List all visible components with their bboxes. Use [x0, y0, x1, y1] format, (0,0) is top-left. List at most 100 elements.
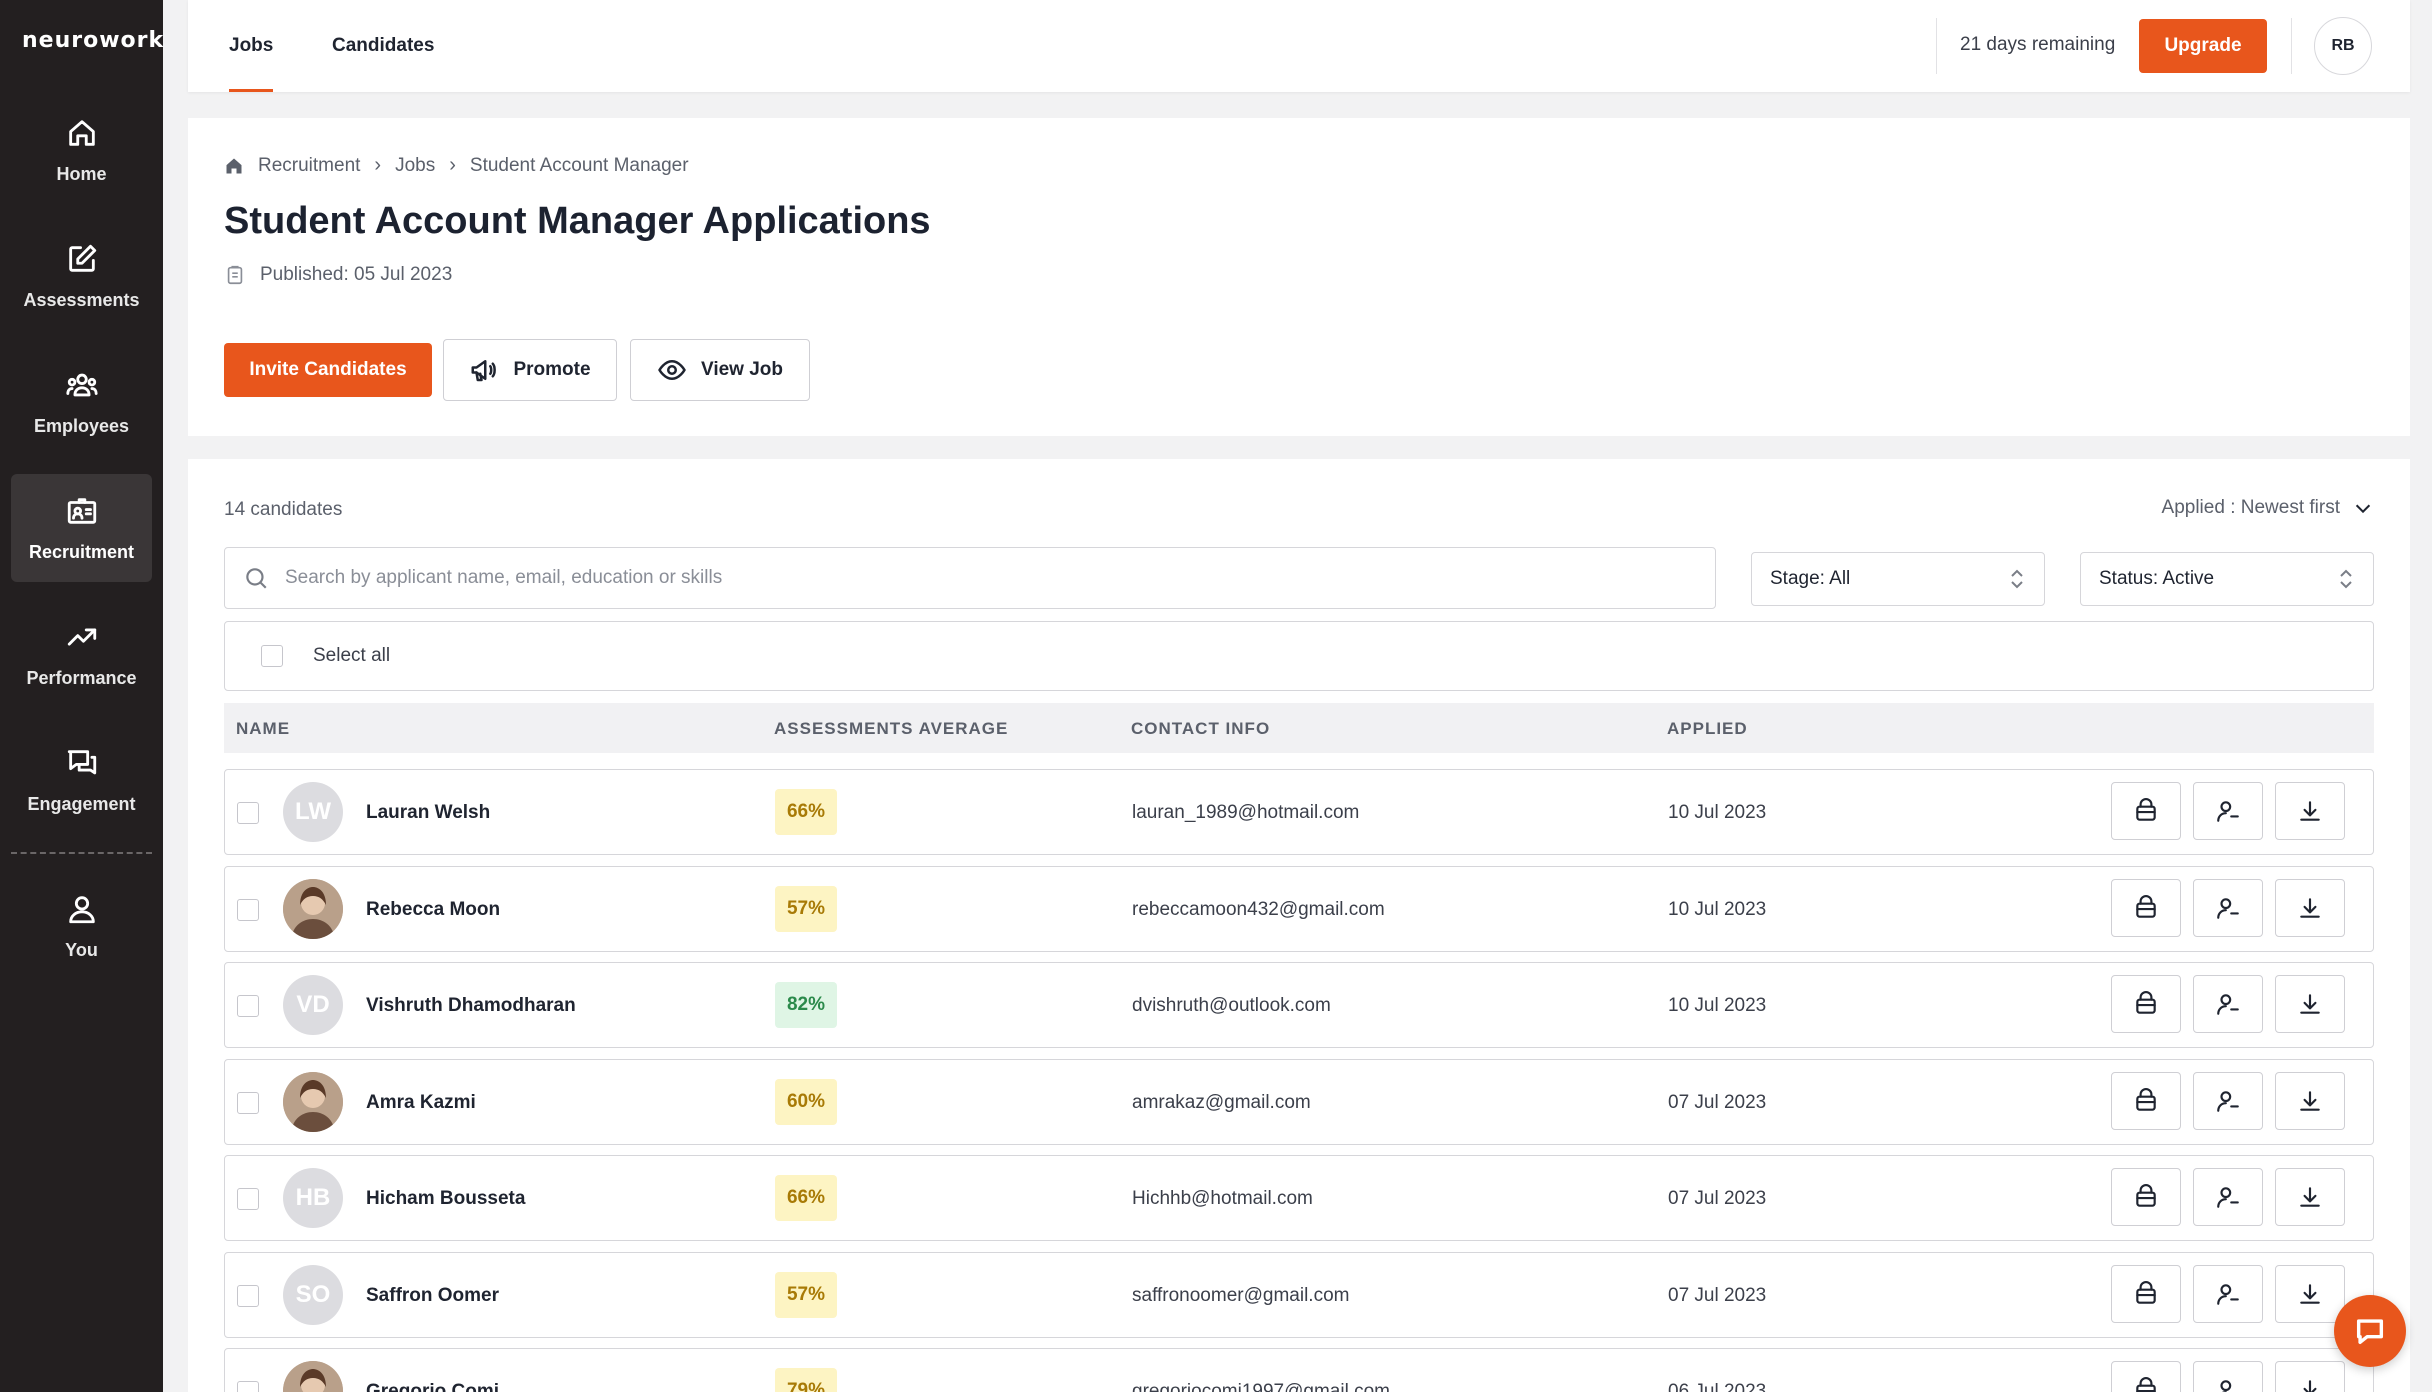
- assign-candidate-button[interactable]: [2193, 1168, 2263, 1226]
- sidebar-item-label: Engagement: [27, 793, 136, 814]
- help-chat-button[interactable]: [2334, 1295, 2406, 1367]
- avatar: HB: [283, 1168, 343, 1228]
- row-checkbox[interactable]: [237, 802, 259, 824]
- user-assign-icon: [2217, 1187, 2239, 1208]
- move-stage-button[interactable]: [2111, 975, 2181, 1033]
- trend-up-icon: [67, 628, 96, 645]
- app-logo[interactable]: neurowork: [22, 28, 164, 53]
- invite-candidates-button[interactable]: Invite Candidates: [224, 343, 432, 397]
- assign-candidate-button[interactable]: [2193, 1264, 2263, 1323]
- sidebar-item-you[interactable]: You: [11, 872, 152, 980]
- avatar: [283, 878, 343, 939]
- home-icon[interactable]: [224, 156, 244, 176]
- move-stage-button[interactable]: [2111, 878, 2181, 937]
- sidebar-item-engagement[interactable]: Engagement: [11, 726, 152, 834]
- assign-candidate-button[interactable]: [2193, 1071, 2263, 1130]
- chevron-right-icon: ›: [449, 154, 456, 176]
- row-checkbox[interactable]: [237, 1284, 259, 1307]
- candidate-email: saffronoomer@gmail.com: [1132, 1284, 1350, 1306]
- assessment-score-badge: 57%: [775, 1271, 837, 1318]
- breadcrumb-current: Student Account Manager: [469, 154, 689, 176]
- assign-candidate-button[interactable]: [2193, 975, 2263, 1033]
- column-header-assessments[interactable]: ASSESSMENTS AVERAGE: [774, 719, 1008, 739]
- assign-candidate-button[interactable]: [2193, 878, 2263, 937]
- briefcase-icon: [2136, 1377, 2156, 1392]
- promote-button[interactable]: Promote: [443, 339, 617, 401]
- view-job-button[interactable]: View Job: [630, 339, 810, 401]
- select-all-checkbox[interactable]: [261, 645, 283, 667]
- table-row[interactable]: SO Saffron Oomer 57% saffronoomer@gmail.com…: [224, 1251, 2374, 1338]
- candidate-email: dvishruth@outlook.com: [1132, 995, 1331, 1016]
- candidate-name[interactable]: Amra Kazmi: [366, 1092, 476, 1114]
- table-row[interactable]: VD Vishruth Dhamodharan 82% dvishruth@outlo…: [224, 962, 2374, 1048]
- stage-filter-value: Stage: All: [1770, 568, 1851, 589]
- download-cv-button[interactable]: [2275, 1361, 2345, 1392]
- candidate-name[interactable]: Saffron Oomer: [366, 1285, 499, 1307]
- briefcase-icon: [2136, 991, 2156, 1014]
- column-header-applied[interactable]: APPLIED: [1667, 719, 1748, 739]
- candidate-email: lauran_1989@hotmail.com: [1132, 802, 1360, 823]
- download-cv-button[interactable]: [2275, 1168, 2345, 1226]
- table-row[interactable]: Amra Kazmi 60% amrakaz@gmail.com 07 Jul 202…: [224, 1058, 2374, 1145]
- candidate-name[interactable]: Rebecca Moon: [366, 899, 500, 921]
- tab-jobs[interactable]: Jobs: [229, 0, 274, 92]
- download-cv-button[interactable]: [2275, 1264, 2345, 1323]
- row-checkbox[interactable]: [237, 898, 259, 921]
- column-header-contact[interactable]: CONTACT INFO: [1131, 719, 1270, 739]
- sidebar-item-employees[interactable]: Employees: [11, 348, 152, 456]
- view-job-label: View Job: [700, 359, 783, 380]
- download-icon: [2300, 897, 2320, 918]
- breadcrumb: Recruitment › Jobs › Student Account Man…: [224, 154, 689, 177]
- download-cv-button[interactable]: [2275, 782, 2345, 840]
- download-cv-button[interactable]: [2275, 975, 2345, 1033]
- row-checkbox[interactable]: [237, 1091, 259, 1114]
- search-input[interactable]: [285, 567, 1685, 589]
- briefcase-icon: [2136, 798, 2156, 821]
- candidates-panel: 14 candidates Applied : Newest first Sta…: [188, 459, 2410, 1392]
- assign-candidate-button[interactable]: [2193, 1361, 2263, 1392]
- move-stage-button[interactable]: [2111, 782, 2181, 840]
- tab-candidates[interactable]: Candidates: [332, 0, 434, 92]
- move-stage-button[interactable]: [2111, 1168, 2181, 1226]
- move-stage-button[interactable]: [2111, 1264, 2181, 1323]
- breadcrumb-recruitment[interactable]: Recruitment: [258, 155, 360, 177]
- sidebar-item-label: Assessments: [23, 289, 140, 310]
- candidate-name[interactable]: Hicham Bousseta: [366, 1188, 525, 1210]
- page-title: Student Account Manager Applications: [224, 200, 931, 242]
- sort-dropdown[interactable]: Applied : Newest first: [2162, 497, 2374, 519]
- sidebar-item-recruitment[interactable]: Recruitment: [11, 474, 152, 582]
- candidate-email: rebeccamoon432@gmail.com: [1132, 898, 1385, 920]
- table-row[interactable]: HB Hicham Bousseta 66% Hichhb@hotmail.com 07…: [224, 1155, 2374, 1241]
- upgrade-button[interactable]: Upgrade: [2139, 19, 2267, 73]
- user-avatar[interactable]: RB: [2314, 17, 2372, 75]
- assessment-score-badge: 57%: [775, 885, 837, 932]
- user-assign-icon: [2217, 1283, 2239, 1305]
- top-bar: Jobs Candidates 21 days remaining Upgrad…: [188, 0, 2410, 92]
- avatar-photo-icon: [283, 1361, 343, 1392]
- assign-candidate-button[interactable]: [2193, 782, 2263, 840]
- table-row[interactable]: Gregorio Comi 79% gregoriocomi1997@gmail.c…: [224, 1348, 2374, 1392]
- column-header-name[interactable]: NAME: [236, 719, 290, 739]
- download-cv-button[interactable]: [2275, 878, 2345, 937]
- row-checkbox[interactable]: [237, 1381, 259, 1392]
- table-row[interactable]: Rebecca Moon 57% rebeccamoon432@gmail.com 1…: [224, 865, 2374, 952]
- row-checkbox[interactable]: [237, 1188, 259, 1210]
- stage-filter-select[interactable]: Stage: All: [1751, 552, 2045, 606]
- sidebar-item-assessments[interactable]: Assessments: [11, 222, 152, 330]
- candidate-name[interactable]: Vishruth Dhamodharan: [366, 995, 576, 1017]
- table-row[interactable]: LW Lauran Welsh 66% lauran_1989@hotmail.com…: [224, 769, 2374, 855]
- row-checkbox[interactable]: [237, 995, 259, 1017]
- search-field: [224, 547, 1716, 609]
- sidebar-item-performance[interactable]: Performance: [11, 600, 152, 708]
- move-stage-button[interactable]: [2111, 1071, 2181, 1130]
- candidate-name[interactable]: Gregorio Comi: [366, 1381, 499, 1392]
- candidate-name[interactable]: Lauran Welsh: [366, 802, 490, 824]
- sidebar-item-home[interactable]: Home: [11, 96, 152, 204]
- user-assign-icon: [2217, 801, 2239, 822]
- breadcrumb-jobs[interactable]: Jobs: [395, 155, 435, 177]
- status-filter-select[interactable]: Status: Active: [2080, 552, 2374, 606]
- assessment-score-badge: 66%: [775, 789, 837, 835]
- avatar: VD: [283, 975, 343, 1035]
- move-stage-button[interactable]: [2111, 1361, 2181, 1392]
- download-cv-button[interactable]: [2275, 1071, 2345, 1130]
